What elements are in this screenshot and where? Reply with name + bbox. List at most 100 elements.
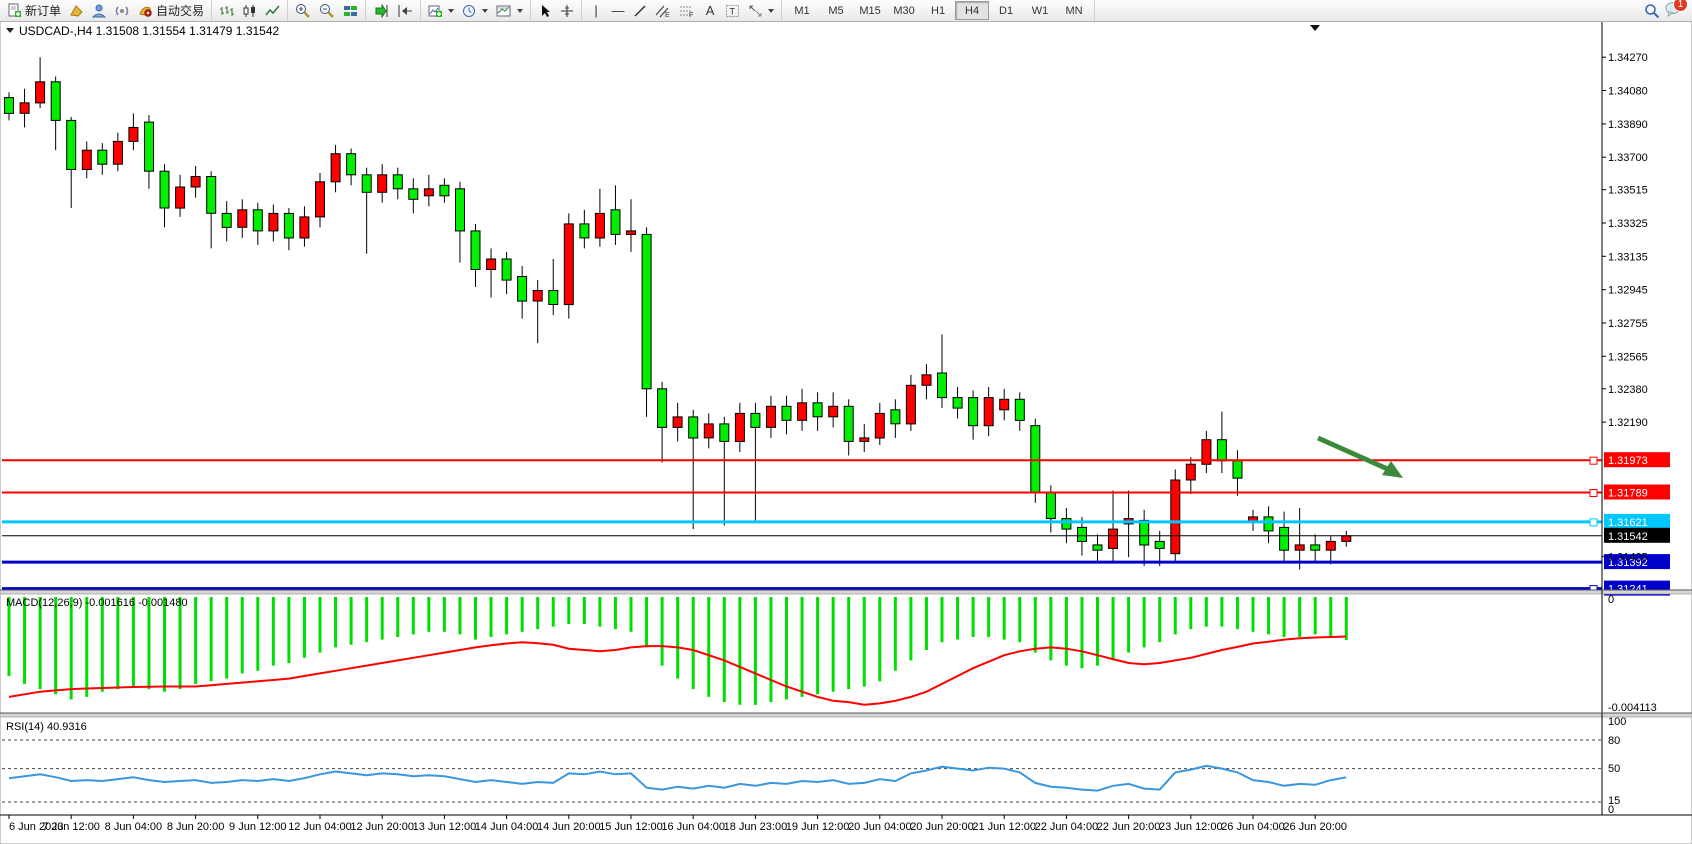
rsi-label: RSI(14) 40.9316 — [6, 721, 87, 733]
arrows-caret — [768, 9, 774, 13]
macd-scale-zero: 0 — [1608, 594, 1614, 606]
time-label: 7 Jun 12:00 — [42, 821, 100, 833]
line-chart-icon — [265, 4, 280, 18]
price-label-1.31621: 1.31621 — [1608, 517, 1648, 529]
time-label: 8 Jun 20:00 — [167, 821, 225, 833]
price-tick: 1.32190 — [1608, 417, 1648, 429]
chart-canvas[interactable]: 1.319731.317891.316211.315421.313921.312… — [0, 21, 1692, 844]
zoom-in-button[interactable] — [291, 0, 315, 21]
tf-button-M5[interactable]: M5 — [819, 1, 853, 20]
rsi-scale-80: 80 — [1608, 735, 1620, 747]
bar-chart-button[interactable] — [215, 0, 238, 21]
line-chart-button[interactable] — [261, 0, 284, 21]
cursor-icon — [538, 4, 552, 18]
templates-icon — [496, 4, 512, 18]
autotrading-label: 自动交易 — [156, 2, 204, 19]
arrows-icon — [748, 4, 763, 18]
chart-shift-button[interactable] — [393, 0, 417, 21]
auto-scroll-button[interactable] — [369, 0, 393, 21]
periods-button[interactable] — [458, 0, 492, 21]
profile-icon — [92, 4, 107, 18]
signals-button[interactable] — [111, 0, 134, 21]
time-label: 22 Jun 04:00 — [1035, 821, 1099, 833]
price-tick: 1.34080 — [1608, 86, 1648, 98]
indicators-button[interactable] — [424, 0, 458, 21]
svg-text:F: F — [689, 12, 693, 18]
horizontal-line-button[interactable]: — — [607, 0, 629, 21]
templates-button[interactable] — [492, 0, 527, 21]
tf-button-H1[interactable]: H1 — [921, 1, 955, 20]
zoom-group — [288, 0, 366, 21]
fibonacci-button[interactable]: F — [675, 0, 699, 21]
crosshair-icon — [560, 4, 574, 18]
price-label-1.31789: 1.31789 — [1608, 488, 1648, 500]
price-tick: 1.32755 — [1608, 318, 1648, 330]
tile-windows-button[interactable] — [339, 0, 362, 21]
styler-button[interactable] — [65, 0, 88, 21]
tf-button-M1[interactable]: M1 — [785, 1, 819, 20]
timeframe-group: M1M5M15M30H1H4D1W1MN — [782, 0, 1095, 21]
macd-label: MACD(12,26,9) -0.001616 -0.001480 — [6, 597, 188, 609]
vertical-line-button[interactable]: | — [585, 0, 607, 21]
new-order-label: 新订单 — [25, 2, 61, 19]
trendline-button[interactable] — [629, 0, 651, 21]
time-label: 9 Jun 12:00 — [229, 821, 287, 833]
price-label-1.31542: 1.31542 — [1608, 531, 1648, 543]
cursor-button[interactable] — [534, 0, 556, 21]
time-label: 13 Jun 12:00 — [413, 821, 477, 833]
equidistant-channel-button[interactable]: E — [651, 0, 675, 21]
cursor-group — [531, 0, 582, 21]
time-label: 14 Jun 20:00 — [537, 821, 601, 833]
panel-separator[interactable] — [0, 590, 1692, 594]
time-label: 21 Jun 12:00 — [972, 821, 1036, 833]
arrows-button[interactable] — [744, 0, 778, 21]
price-tick: 1.32380 — [1608, 384, 1648, 396]
time-label: 16 Jun 04:00 — [661, 821, 725, 833]
horizontal-line-icon: — — [611, 4, 625, 17]
indicators-caret — [448, 9, 454, 13]
new-order-icon — [7, 3, 22, 18]
crosshair-button[interactable] — [556, 0, 578, 21]
time-label: 18 Jun 23:00 — [724, 821, 788, 833]
price-tick: 1.31425 — [1608, 551, 1648, 563]
autotrading-icon — [138, 4, 153, 18]
search-button[interactable] — [1640, 0, 1664, 21]
periods-clock-icon — [462, 4, 477, 18]
candlestick-button[interactable] — [238, 0, 261, 21]
trendline-icon — [633, 4, 647, 18]
tf-button-D1[interactable]: D1 — [989, 1, 1023, 20]
bar-chart-icon — [219, 4, 234, 18]
chat-button[interactable]: 1 — [1664, 1, 1682, 20]
search-icon — [1644, 3, 1660, 19]
notification-badge: 1 — [1673, 0, 1688, 12]
rsi-scale-0: 0 — [1608, 804, 1614, 816]
indicators-icon — [428, 4, 443, 18]
tf-button-W1[interactable]: W1 — [1023, 1, 1057, 20]
tf-button-H4[interactable]: H4 — [955, 1, 989, 20]
price-tick: 1.33135 — [1608, 251, 1648, 263]
chart-area[interactable]: 1.319731.317891.316211.315421.313921.312… — [0, 0, 1692, 844]
zoom-in-icon — [295, 3, 311, 18]
panel-separator[interactable] — [0, 713, 1692, 717]
templates-caret — [517, 9, 523, 13]
price-tick: 1.33515 — [1608, 185, 1648, 197]
macd-scale-min: -0.004113 — [1608, 702, 1657, 714]
profile-button[interactable] — [88, 0, 111, 21]
time-label: 8 Jun 04:00 — [105, 821, 163, 833]
price-tick: 1.32565 — [1608, 351, 1648, 363]
hline-handle — [1590, 457, 1597, 464]
time-label: 14 Jun 04:00 — [475, 821, 539, 833]
tf-button-MN[interactable]: MN — [1057, 1, 1091, 20]
autotrading-button[interactable]: 自动交易 — [134, 0, 208, 21]
new-order-button[interactable]: 新订单 — [3, 0, 65, 21]
text-button[interactable]: A — [699, 0, 721, 21]
text-label-button[interactable]: T — [721, 0, 744, 21]
trade-group: 新订单 自动交易 — [0, 0, 212, 21]
tf-button-M15[interactable]: M15 — [853, 1, 887, 20]
zoom-out-button[interactable] — [315, 0, 339, 21]
time-label: 19 Jun 12:00 — [786, 821, 850, 833]
price-tick: 1.33890 — [1608, 119, 1648, 131]
signals-icon — [115, 4, 130, 18]
candlestick-icon — [242, 4, 257, 18]
tf-button-M30[interactable]: M30 — [887, 1, 921, 20]
